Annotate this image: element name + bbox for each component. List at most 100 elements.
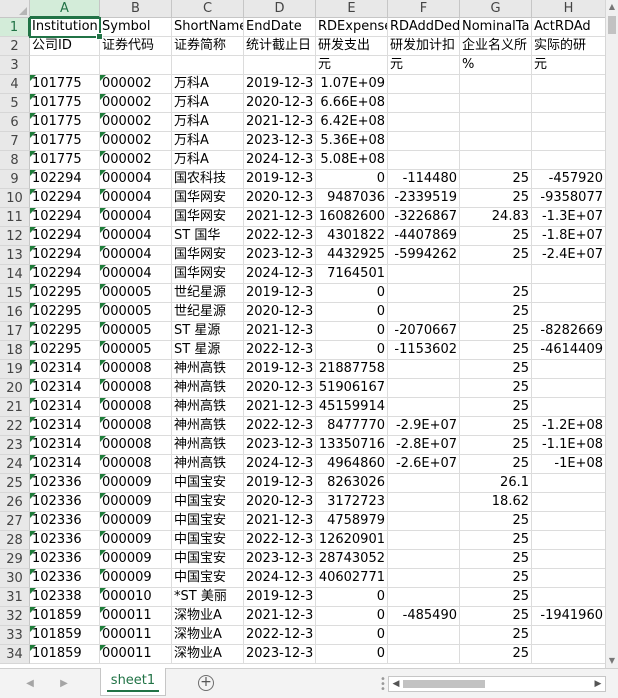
cell-h23[interactable]: -1.1E+08 [532, 436, 605, 455]
cell-h33[interactable] [532, 626, 605, 645]
cell-a18[interactable]: 102295 [30, 341, 100, 360]
cell-g10[interactable]: 25 [460, 189, 532, 208]
horizontal-scrollbar[interactable]: ◀ ▶ [388, 676, 606, 692]
cell-e13[interactable]: 4432925 [316, 246, 388, 265]
cell-g27[interactable]: 25 [460, 512, 532, 531]
cell-f29[interactable] [388, 550, 460, 569]
cell-b5[interactable]: 000002 [100, 94, 172, 113]
cell-f6[interactable] [388, 113, 460, 132]
cell-a19[interactable]: 102314 [30, 360, 100, 379]
cell-e16[interactable]: 0 [316, 303, 388, 322]
cell-e11[interactable]: 16082600 [316, 208, 388, 227]
cell-f25[interactable] [388, 474, 460, 493]
horizontal-scroll-thumb[interactable] [403, 680, 485, 688]
cell-d9[interactable]: 2019-12-3 [244, 170, 316, 189]
cell-a10[interactable]: 102294 [30, 189, 100, 208]
cell-f22[interactable]: -2.9E+07 [388, 417, 460, 436]
column-header-b[interactable]: B [100, 0, 172, 18]
cell-c22[interactable]: 神州高铁 [172, 417, 244, 436]
cell-g19[interactable]: 25 [460, 360, 532, 379]
row-header-29[interactable]: 29 [0, 550, 30, 569]
cell-c5[interactable]: 万科A [172, 94, 244, 113]
cell-c34[interactable]: 深物业A [172, 645, 244, 664]
row-header-28[interactable]: 28 [0, 531, 30, 550]
row-header-7[interactable]: 7 [0, 132, 30, 151]
cell-a17[interactable]: 102295 [30, 322, 100, 341]
row-header-10[interactable]: 10 [0, 189, 30, 208]
cell-g11[interactable]: 24.83 [460, 208, 532, 227]
cell-e32[interactable]: 0 [316, 607, 388, 626]
cell-f26[interactable] [388, 493, 460, 512]
cell-e26[interactable]: 3172723 [316, 493, 388, 512]
column-header-f[interactable]: F [388, 0, 460, 18]
row-header-27[interactable]: 27 [0, 512, 30, 531]
cell-b15[interactable]: 000005 [100, 284, 172, 303]
cell-e9[interactable]: 0 [316, 170, 388, 189]
cell-b29[interactable]: 000009 [100, 550, 172, 569]
cell-b33[interactable]: 000011 [100, 626, 172, 645]
cell-d21[interactable]: 2021-12-3 [244, 398, 316, 417]
cell-f8[interactable] [388, 151, 460, 170]
cell-f14[interactable] [388, 265, 460, 284]
cell-f31[interactable] [388, 588, 460, 607]
cell-a27[interactable]: 102336 [30, 512, 100, 531]
cell-g28[interactable]: 25 [460, 531, 532, 550]
cell-g9[interactable]: 25 [460, 170, 532, 189]
cell-e19[interactable]: 21887758 [316, 360, 388, 379]
cell-b28[interactable]: 000009 [100, 531, 172, 550]
cell-d23[interactable]: 2023-12-3 [244, 436, 316, 455]
cell-f30[interactable] [388, 569, 460, 588]
cell-f15[interactable] [388, 284, 460, 303]
cell-d5[interactable]: 2020-12-3 [244, 94, 316, 113]
cell-g23[interactable]: 25 [460, 436, 532, 455]
column-header-c[interactable]: C [172, 0, 244, 18]
cell-c11[interactable]: 国华网安 [172, 208, 244, 227]
cell-d31[interactable]: 2019-12-3 [244, 588, 316, 607]
cell-h25[interactable] [532, 474, 605, 493]
row-header-1[interactable]: 1 [0, 18, 30, 37]
cell-e25[interactable]: 8263026 [316, 474, 388, 493]
cell-b7[interactable]: 000002 [100, 132, 172, 151]
cell-d19[interactable]: 2019-12-3 [244, 360, 316, 379]
select-all-corner[interactable] [0, 0, 30, 18]
cell-a6[interactable]: 101775 [30, 113, 100, 132]
cell-b16[interactable]: 000005 [100, 303, 172, 322]
cell-a26[interactable]: 102336 [30, 493, 100, 512]
cell-a12[interactable]: 102294 [30, 227, 100, 246]
cell-f33[interactable] [388, 626, 460, 645]
cell-f2[interactable]: 研发加计扣 [388, 37, 460, 56]
cell-f24[interactable]: -2.6E+07 [388, 455, 460, 474]
cell-d25[interactable]: 2019-12-3 [244, 474, 316, 493]
column-header-e[interactable]: E [316, 0, 388, 18]
row-header-30[interactable]: 30 [0, 569, 30, 588]
cell-f16[interactable] [388, 303, 460, 322]
cell-f20[interactable] [388, 379, 460, 398]
cell-g29[interactable]: 25 [460, 550, 532, 569]
cell-b22[interactable]: 000008 [100, 417, 172, 436]
cell-b14[interactable]: 000004 [100, 265, 172, 284]
cell-b23[interactable]: 000008 [100, 436, 172, 455]
cell-h6[interactable] [532, 113, 605, 132]
cell-f27[interactable] [388, 512, 460, 531]
cell-a20[interactable]: 102314 [30, 379, 100, 398]
cell-g34[interactable]: 25 [460, 645, 532, 664]
cell-b27[interactable]: 000009 [100, 512, 172, 531]
cell-e27[interactable]: 4758979 [316, 512, 388, 531]
cell-c1[interactable]: ShortName [172, 18, 244, 37]
cell-g26[interactable]: 18.62 [460, 493, 532, 512]
cell-c15[interactable]: 世纪星源 [172, 284, 244, 303]
cell-c21[interactable]: 神州高铁 [172, 398, 244, 417]
cell-d32[interactable]: 2021-12-3 [244, 607, 316, 626]
spreadsheet-grid[interactable]: A B C D E F G H 1 InstitutionI Symbol ShortName EndD… [0, 0, 605, 668]
cell-h10[interactable]: -9358077 [532, 189, 605, 208]
row-header-23[interactable]: 23 [0, 436, 30, 455]
cell-g18[interactable]: 25 [460, 341, 532, 360]
cell-f7[interactable] [388, 132, 460, 151]
cell-a22[interactable]: 102314 [30, 417, 100, 436]
cell-b20[interactable]: 000008 [100, 379, 172, 398]
cell-e20[interactable]: 51906167 [316, 379, 388, 398]
cell-e18[interactable]: 0 [316, 341, 388, 360]
cell-b12[interactable]: 000004 [100, 227, 172, 246]
cell-a14[interactable]: 102294 [30, 265, 100, 284]
cell-h20[interactable] [532, 379, 605, 398]
